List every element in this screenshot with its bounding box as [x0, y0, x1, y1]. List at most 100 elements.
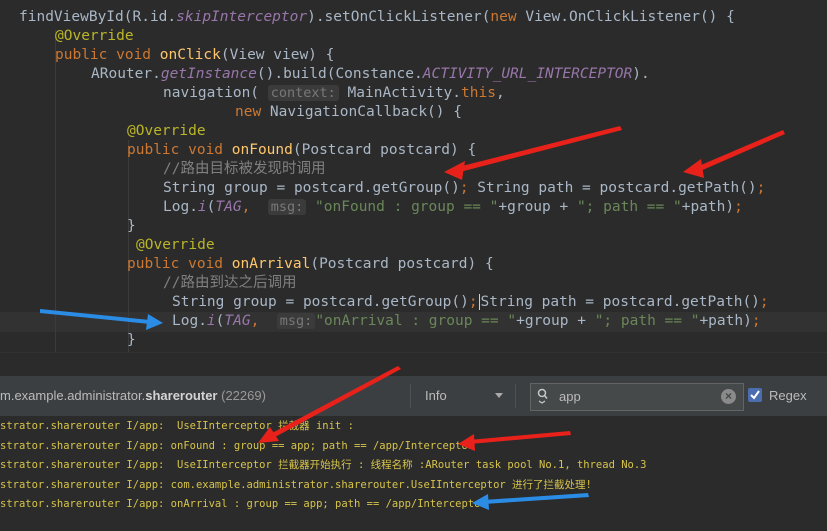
code-line[interactable]: @Override	[127, 122, 206, 141]
code-line[interactable]: //路由目标被发现时调用	[163, 160, 325, 179]
logcat-output[interactable]: strator.sharerouter I/app: UseIIntercept…	[0, 416, 827, 531]
code-token: TAG	[224, 313, 251, 329]
code-token: "; path == "	[594, 313, 700, 329]
code-token: NavigationCallback() {	[269, 104, 462, 120]
code-token: public void	[127, 256, 232, 272]
code-token: ().build(Constance.	[256, 66, 423, 82]
code-token: public void	[55, 47, 160, 63]
code-token: String group = postcard.getGroup()	[172, 294, 469, 310]
code-token: }	[127, 332, 136, 348]
code-token: new	[235, 104, 270, 120]
code-token: @Override	[55, 28, 134, 44]
regex-checkbox[interactable]	[748, 388, 762, 402]
toolbar-separator	[410, 384, 411, 408]
code-token: (Postcard postcard) {	[292, 142, 477, 158]
indent-guide	[55, 30, 56, 352]
code-token: ,	[495, 85, 505, 101]
code-token: String path = postcard.getPath()	[477, 180, 757, 196]
code-line[interactable]: public void onArrival(Postcard postcard)…	[127, 255, 494, 274]
log-line[interactable]: strator.sharerouter I/app: com.example.a…	[0, 476, 592, 495]
code-line[interactable]: //路由到达之后调用	[163, 274, 296, 293]
code-token: (View view) {	[220, 47, 335, 63]
code-token: i	[197, 199, 207, 215]
code-token: +group +	[516, 313, 595, 329]
code-line[interactable]: String group = postcard.getGroup(); Strin…	[172, 293, 769, 312]
code-line[interactable]: new NavigationCallback() {	[235, 103, 462, 122]
code-token: navigation(	[163, 85, 268, 101]
clear-icon[interactable]: ×	[721, 389, 736, 404]
code-token: ARouter.	[91, 66, 161, 82]
process-selector[interactable]: m.example.administrator.sharerouter (222…	[0, 376, 400, 416]
code-token: TAG	[215, 199, 242, 215]
log-level-value: Info	[425, 388, 447, 403]
toolbar-separator	[515, 384, 516, 408]
code-token: +group +	[498, 199, 577, 215]
code-token: ;	[468, 294, 478, 310]
code-token: (Postcard postcard) {	[310, 256, 494, 272]
code-token: ,	[241, 199, 268, 215]
code-token: "; path == "	[576, 199, 682, 215]
code-token: ;	[734, 199, 743, 215]
logcat-toolbar: m.example.administrator.sharerouter (222…	[0, 376, 827, 416]
code-token: +path)	[699, 313, 752, 329]
code-token: String group = postcard.getGroup()	[163, 180, 460, 196]
code-token: +path)	[681, 199, 735, 215]
code-token: onClick	[159, 47, 221, 63]
code-line[interactable]: ARouter.getInstance().build(Constance.AC…	[91, 65, 650, 84]
code-line[interactable]: Log.i(TAG, msg: "onArrival : group == "+g…	[172, 312, 761, 331]
code-token: ;	[459, 180, 478, 196]
code-token: findViewById(R.id.	[19, 9, 177, 25]
chevron-down-icon[interactable]	[495, 393, 503, 398]
log-search-box: ×	[530, 383, 744, 411]
search-icon[interactable]	[537, 388, 549, 404]
log-line[interactable]: strator.sharerouter I/app: onFound : gro…	[0, 437, 474, 456]
code-token: ;	[751, 313, 761, 329]
code-token: ,	[250, 313, 277, 329]
code-token: Log.	[172, 313, 207, 329]
code-token: "onArrival : group == "	[315, 313, 517, 329]
code-token: MainActivity.	[338, 85, 462, 101]
code-token: String path = postcard.getPath()	[480, 294, 760, 310]
code-token: onArrival	[231, 256, 311, 272]
code-line[interactable]: }	[127, 331, 136, 350]
code-token: ;	[759, 294, 769, 310]
panel-divider[interactable]	[0, 352, 827, 376]
code-line[interactable]: String group = postcard.getGroup(); Stri…	[163, 179, 765, 198]
process-package: m.example.administrator.	[0, 388, 146, 403]
parameter-hint: context:	[267, 85, 339, 101]
code-token: @Override	[136, 237, 215, 253]
code-token: onFound	[231, 142, 293, 158]
code-token: @Override	[127, 123, 206, 139]
code-line[interactable]: public void onFound(Postcard postcard) {	[127, 141, 476, 160]
code-token: this	[461, 85, 496, 101]
parameter-hint: msg:	[267, 199, 307, 215]
code-line[interactable]: Log.i(TAG, msg: "onFound : group == "+gr…	[163, 198, 743, 217]
code-token: i	[206, 313, 216, 329]
code-token: ACTIVITY_URL_INTERCEPTOR	[422, 66, 633, 82]
code-line[interactable]: }	[127, 217, 136, 236]
log-line[interactable]: strator.sharerouter I/app: onArrival : g…	[0, 495, 487, 514]
text-caret	[478, 294, 480, 310]
log-search-input[interactable]	[559, 384, 709, 410]
code-token: skipInterceptor	[176, 9, 308, 25]
parameter-hint: msg:	[276, 313, 316, 329]
log-line[interactable]: strator.sharerouter I/app: UseIIntercept…	[0, 456, 647, 475]
code-editor[interactable]: findViewById(R.id.skipInterceptor).setOn…	[0, 0, 827, 352]
code-token: //路由目标被发现时调用	[163, 161, 326, 177]
code-token: new	[490, 9, 526, 25]
code-line[interactable]: navigation( context: MainActivity.this,	[163, 84, 505, 103]
code-line[interactable]: @Override	[136, 236, 215, 255]
checkmark-icon	[750, 390, 760, 400]
code-line[interactable]: public void onClick(View view) {	[55, 46, 334, 65]
code-token: ).setOnClickListener(	[307, 9, 491, 25]
code-line[interactable]: findViewById(R.id.skipInterceptor).setOn…	[19, 8, 735, 27]
code-token: //路由到达之后调用	[163, 275, 297, 291]
code-token: public void	[127, 142, 232, 158]
code-token: Log.	[163, 199, 198, 215]
regex-label: Regex	[769, 388, 807, 403]
code-token: ;	[756, 180, 766, 196]
log-line[interactable]: strator.sharerouter I/app: UseIIntercept…	[0, 417, 354, 436]
code-line[interactable]: @Override	[55, 27, 134, 46]
code-token: View.OnClickListener() {	[525, 9, 735, 25]
code-token: "onFound : group == "	[306, 199, 499, 215]
